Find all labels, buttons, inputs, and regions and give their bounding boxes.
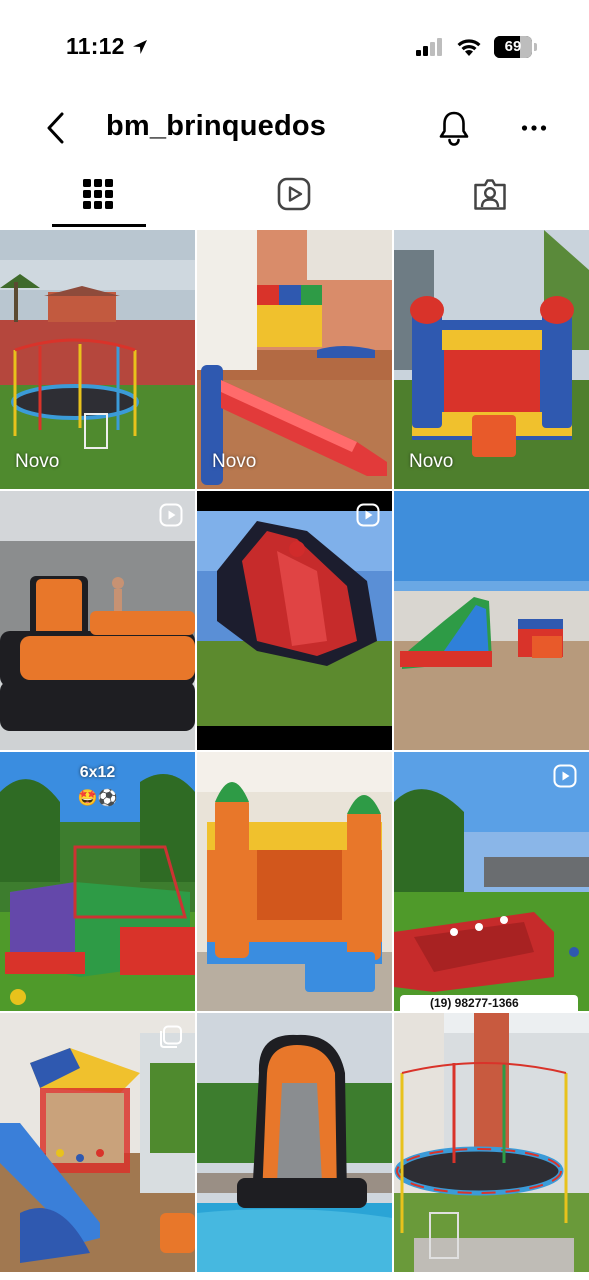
battery-cap: [534, 43, 537, 51]
post-tile-soccer-field[interactable]: 6x12 🤩⚽: [0, 752, 195, 1011]
post-phone-banner: (19) 98277-1366: [400, 995, 578, 1011]
reels-icon: [277, 177, 311, 211]
status-time: 11:12: [66, 33, 149, 60]
status-icons: 69: [416, 36, 537, 58]
status-time-text: 11:12: [66, 33, 125, 59]
multiple-photos-icon: [160, 1025, 182, 1048]
post-image-trampoline-net: [394, 1013, 589, 1272]
reels-badge-icon: [356, 503, 380, 527]
post-tile-slide-castle[interactable]: [394, 491, 589, 750]
battery-body: 69: [494, 36, 532, 58]
tagged-icon: [474, 179, 506, 210]
post-tile-ball-pit[interactable]: [0, 1013, 195, 1272]
post-label: Novo: [15, 451, 60, 472]
posts-grid: Novo Novo Novo 6x12 🤩⚽ (19) 98277-1366: [0, 230, 589, 1280]
post-tile-avengers-slide[interactable]: [197, 491, 392, 750]
post-image-soccer-party: [394, 752, 589, 1011]
reels-badge-icon: [553, 764, 577, 788]
grid-icon: [83, 179, 113, 209]
tab-selected-indicator: [52, 224, 146, 227]
post-image-orange-castle: [197, 752, 392, 1011]
tab-grid[interactable]: [0, 166, 196, 228]
status-bar: 11:12 69: [0, 0, 589, 92]
post-overlay-emoji: 🤩⚽: [77, 790, 118, 807]
profile-header: bm_brinquedos: [0, 100, 589, 156]
post-image-obstacle-course: [0, 491, 195, 750]
tab-reels[interactable]: [196, 166, 392, 228]
battery-icon: 69: [494, 36, 537, 58]
profile-username: bm_brinquedos: [106, 110, 327, 142]
location-arrow-icon: [132, 39, 147, 54]
post-tile-trampoline[interactable]: Novo: [0, 230, 195, 489]
notifications-button[interactable]: [434, 106, 474, 150]
back-chevron-icon: [47, 112, 64, 144]
wifi-icon: [457, 39, 481, 56]
post-tile-soccer-party[interactable]: (19) 98277-1366: [394, 752, 589, 1011]
battery-percent: 69: [504, 38, 522, 55]
reels-badge-icon: [159, 503, 183, 527]
post-tile-orange-castle[interactable]: [197, 752, 392, 1011]
post-label: Novo: [409, 451, 454, 472]
tab-tagged[interactable]: [392, 166, 588, 228]
post-tile-water-slide[interactable]: [197, 1013, 392, 1272]
post-overlay-text: 6x12: [79, 764, 116, 781]
post-tile-obstacle-course[interactable]: [0, 491, 195, 750]
post-tile-slide[interactable]: Novo: [197, 230, 392, 489]
post-tile-trampoline-net[interactable]: [394, 1013, 589, 1272]
post-tile-bounce-castle[interactable]: Novo: [394, 230, 589, 489]
post-image-water-slide: [197, 1013, 392, 1272]
post-label: Novo: [212, 451, 257, 472]
post-image-slide-castle: [394, 491, 589, 750]
more-options-button[interactable]: [514, 106, 554, 150]
more-icon: [521, 125, 547, 131]
bell-icon: [439, 111, 469, 146]
post-image-avengers-slide: [197, 491, 392, 750]
post-image-ball-pit: [0, 1013, 195, 1272]
back-button[interactable]: [38, 108, 74, 148]
cellular-signal-icon: [416, 38, 442, 56]
profile-tabs: [0, 166, 589, 230]
